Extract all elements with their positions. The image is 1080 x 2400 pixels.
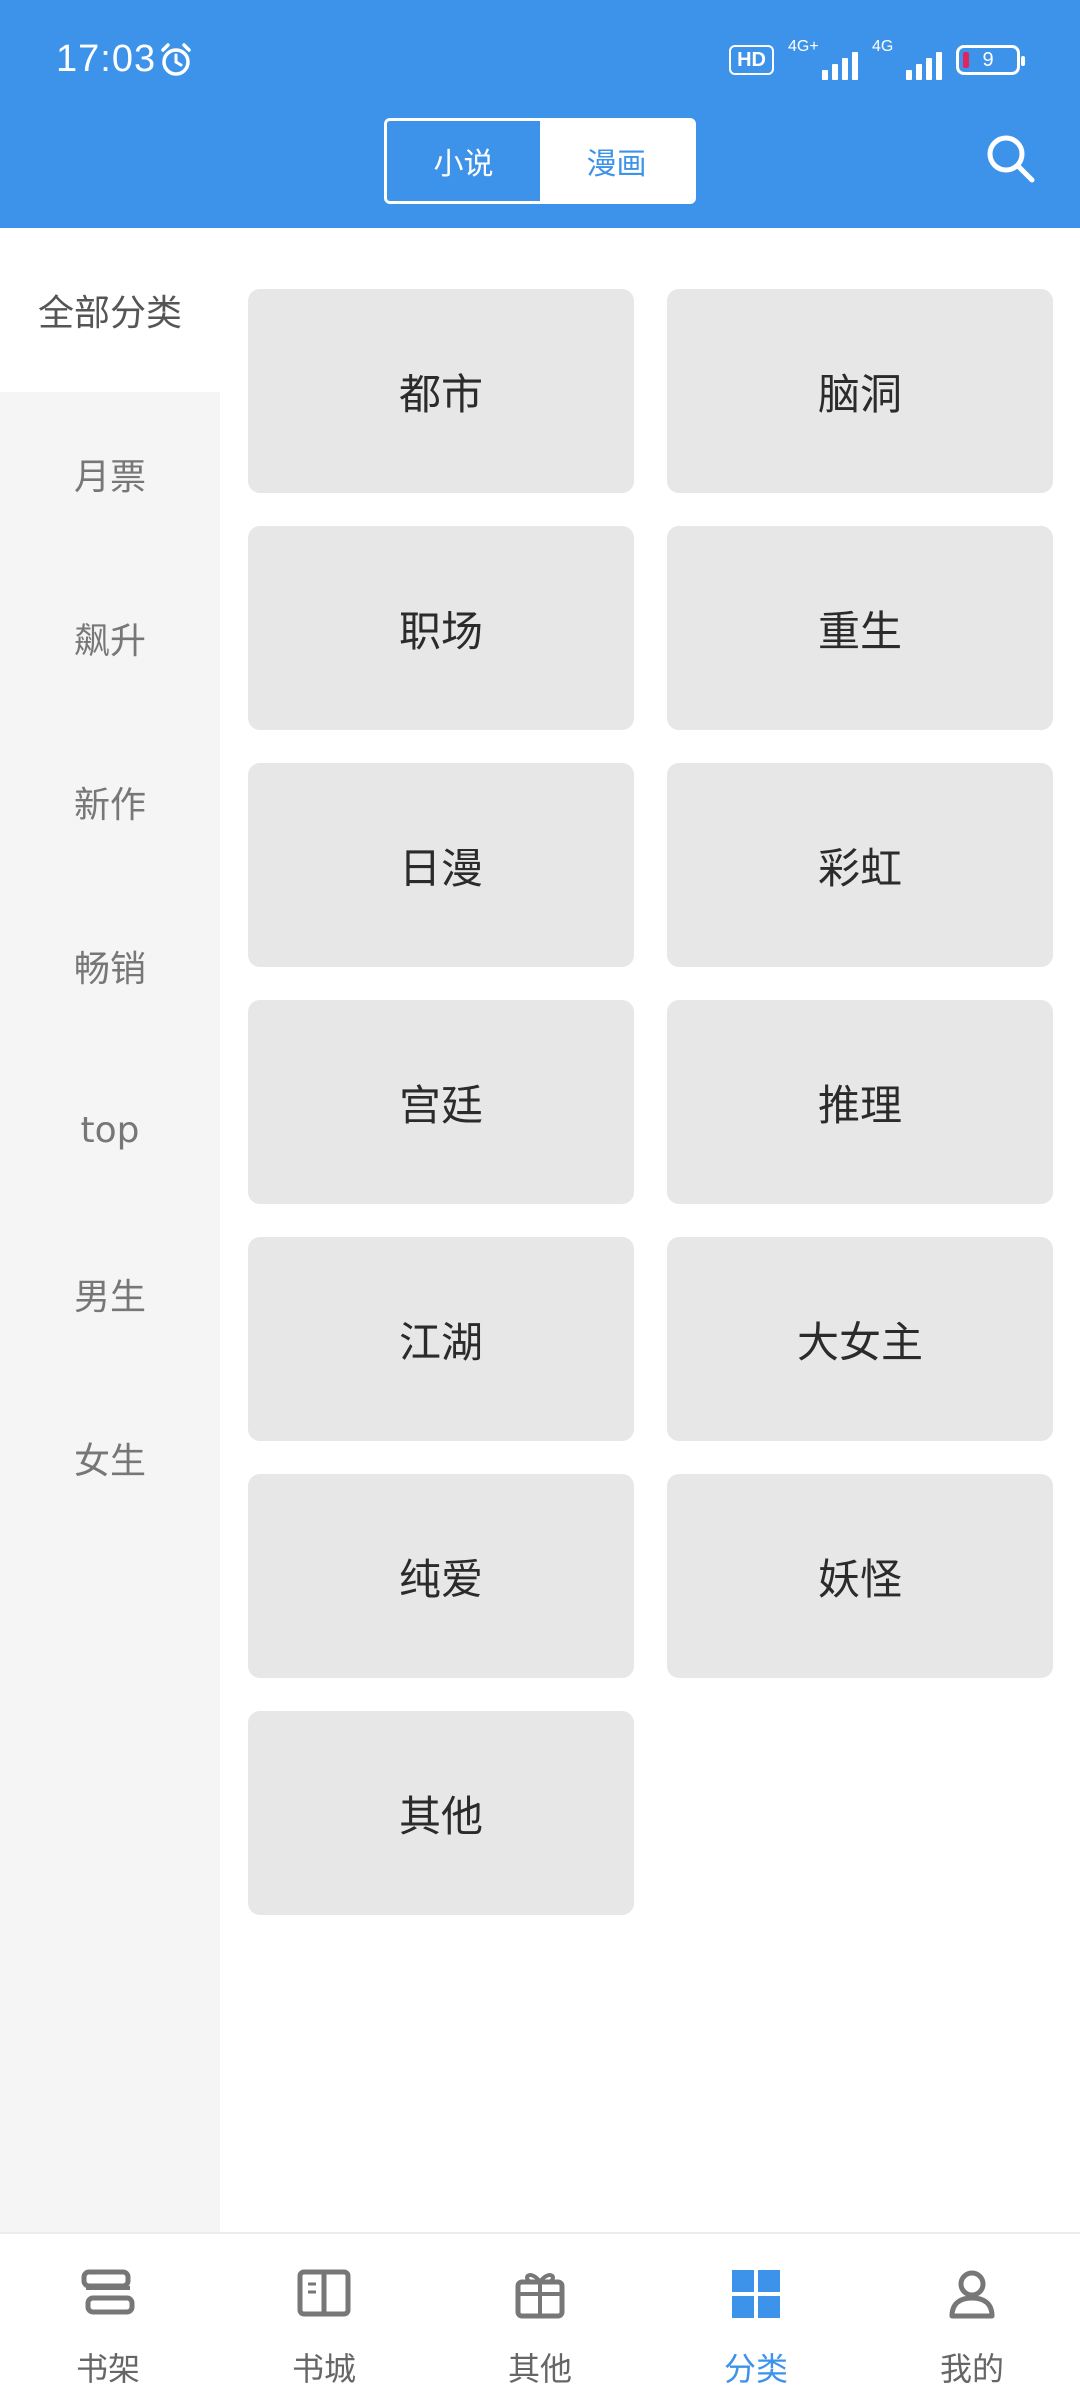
network-signal-1: 4G+ <box>788 38 858 80</box>
sidebar-item-monthly-ticket[interactable]: 月票 <box>0 392 220 556</box>
tab-categories[interactable]: 分类 <box>648 2234 864 2400</box>
category-tag[interactable]: 脑洞 <box>667 289 1053 493</box>
category-tag[interactable]: 纯爱 <box>248 1474 634 1678</box>
tab-bookstore-label: 书城 <box>291 2350 356 2388</box>
status-time: 17:03 <box>56 38 157 80</box>
tab-bookstore[interactable]: 书城 <box>216 2234 432 2400</box>
category-tag[interactable]: 彩虹 <box>667 763 1053 967</box>
signal-bars-2-icon <box>906 52 942 80</box>
tab-bookshelf[interactable]: 书架 <box>0 2234 216 2400</box>
tab-bookshelf-label: 书架 <box>75 2350 140 2388</box>
sidebar-item-female[interactable]: 女生 <box>0 1376 220 1540</box>
signal-bars-1-icon <box>822 52 858 80</box>
sidebar-item-male[interactable]: 男生 <box>0 1212 220 1376</box>
category-tag[interactable]: 其他 <box>248 1711 634 1915</box>
tab-comic[interactable]: 漫画 <box>540 121 693 201</box>
top-header: 17:03 HD 4G+ 4G 9 小说 漫画 <box>0 0 1080 228</box>
sidebar-item-all-categories[interactable]: 全部分类 <box>0 228 220 392</box>
category-tag[interactable]: 宫廷 <box>248 1000 634 1204</box>
book-open-icon <box>297 2269 351 2317</box>
gift-icon <box>515 2273 565 2319</box>
category-tag[interactable]: 都市 <box>248 289 634 493</box>
sidebar-item-rising[interactable]: 飙升 <box>0 556 220 720</box>
sidebar-item-new[interactable]: 新作 <box>0 720 220 884</box>
tab-other[interactable]: 其他 <box>432 2234 648 2400</box>
category-tag[interactable]: 推理 <box>667 1000 1053 1204</box>
battery-level: 9 <box>982 48 994 71</box>
network-2-label: 4G <box>872 38 894 55</box>
category-tag[interactable]: 重生 <box>667 526 1053 730</box>
hd-badge: HD <box>729 45 774 75</box>
network-1-label: 4G+ <box>788 38 819 55</box>
category-sidebar: 全部分类 月票 飙升 新作 畅销 top 男生 女生 <box>0 228 220 2232</box>
battery-icon: 9 <box>956 45 1025 75</box>
grid-icon <box>732 2270 780 2318</box>
content-type-toggle: 小说 漫画 <box>384 118 696 204</box>
sidebar-item-top[interactable]: top <box>0 1048 220 1212</box>
tab-mine-label: 我的 <box>939 2350 1004 2388</box>
sidebar-item-bestselling[interactable]: 畅销 <box>0 884 220 1048</box>
category-tag[interactable]: 大女主 <box>667 1237 1053 1441</box>
search-icon[interactable] <box>982 130 1038 186</box>
bottom-tab-bar: 书架 书城 其他 分类 我的 <box>0 2232 1080 2400</box>
tab-novel[interactable]: 小说 <box>387 121 540 201</box>
tab-other-label: 其他 <box>507 2350 572 2388</box>
tab-categories-label: 分类 <box>723 2350 788 2388</box>
network-signal-2: 4G <box>872 38 942 80</box>
status-indicators: HD 4G+ 4G 9 <box>729 38 1025 80</box>
category-tag[interactable]: 妖怪 <box>667 1474 1053 1678</box>
tab-mine[interactable]: 我的 <box>864 2234 1080 2400</box>
category-tag[interactable]: 职场 <box>248 526 634 730</box>
user-icon <box>949 2270 995 2319</box>
category-tag[interactable]: 日漫 <box>248 763 634 967</box>
category-tag[interactable]: 江湖 <box>248 1237 634 1441</box>
alarm-clock-icon <box>161 43 191 76</box>
bookshelf-icon <box>81 2269 135 2315</box>
